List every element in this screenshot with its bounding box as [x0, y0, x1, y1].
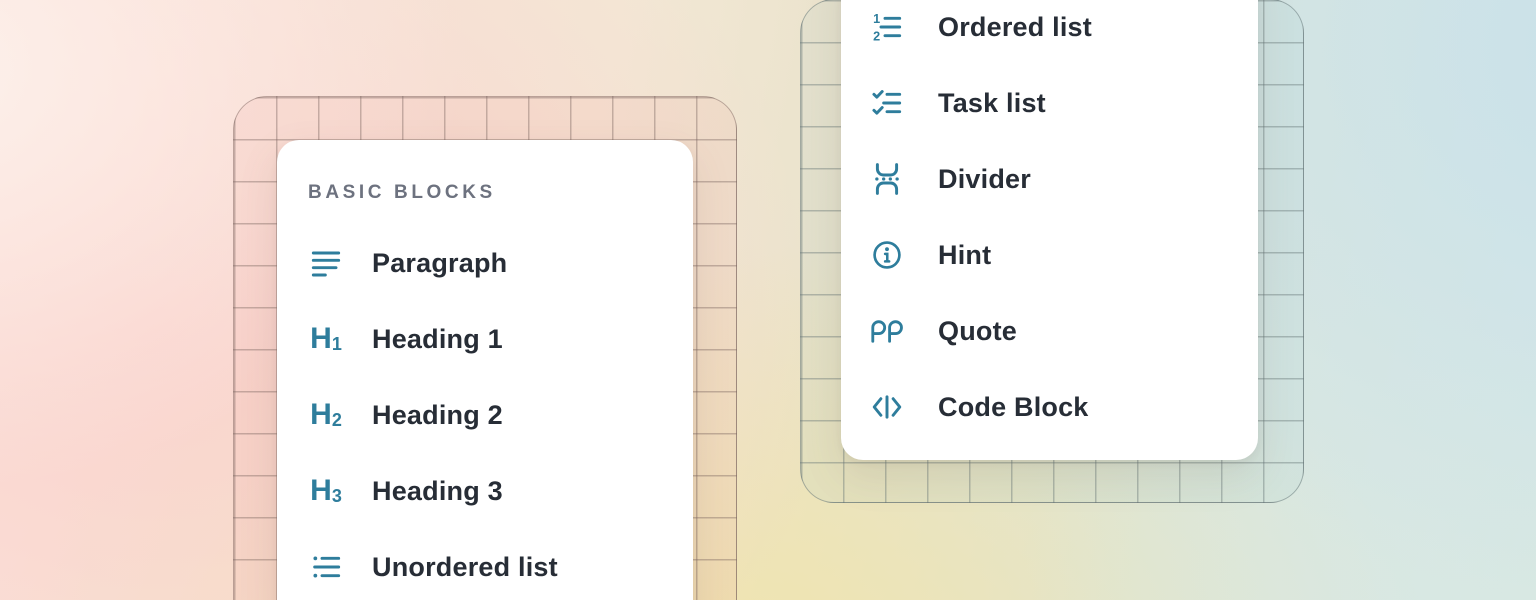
code-block-icon	[869, 389, 905, 425]
menu-item-label: Quote	[938, 316, 1017, 347]
menu-item-hint[interactable]: Hint	[869, 227, 1240, 283]
menu-item-label: Heading 2	[372, 400, 503, 431]
menu-item-task-list[interactable]: Task list	[869, 75, 1240, 131]
svg-text:1: 1	[873, 12, 880, 26]
hint-icon	[869, 237, 905, 273]
ordered-list-icon: 1 2	[869, 9, 905, 45]
menu-item-quote[interactable]: Quote	[869, 303, 1240, 359]
menu-item-label: Heading 1	[372, 324, 503, 355]
paragraph-icon	[308, 245, 344, 281]
unordered-list-icon	[308, 549, 344, 585]
scene: BASIC BLOCKS Paragraph H1 Heading 1 H2	[0, 0, 1536, 600]
menu-item-divider[interactable]: Divider	[869, 151, 1240, 207]
heading-2-icon: H2	[308, 397, 344, 433]
svg-text:2: 2	[873, 29, 880, 43]
menu-item-label: Code Block	[938, 392, 1089, 423]
basic-blocks-card: BASIC BLOCKS Paragraph H1 Heading 1 H2	[277, 140, 693, 600]
menu-item-label: Ordered list	[938, 12, 1092, 43]
menu-item-label: Divider	[938, 164, 1031, 195]
insert-blocks-card: 1 2 Ordered list Task list	[841, 0, 1258, 460]
menu-item-paragraph[interactable]: Paragraph	[308, 235, 675, 291]
menu-item-label: Paragraph	[372, 248, 507, 279]
heading-1-icon: H1	[308, 321, 344, 357]
menu-item-label: Heading 3	[372, 476, 503, 507]
task-list-icon	[869, 85, 905, 121]
menu-item-heading-1[interactable]: H1 Heading 1	[308, 311, 675, 367]
quote-icon	[869, 313, 905, 349]
heading-3-icon: H3	[308, 473, 344, 509]
menu-item-code-block[interactable]: Code Block	[869, 379, 1240, 435]
menu-item-label: Unordered list	[372, 552, 558, 583]
menu-item-heading-3[interactable]: H3 Heading 3	[308, 463, 675, 519]
menu-item-label: Hint	[938, 240, 991, 271]
section-label-basic-blocks: BASIC BLOCKS	[308, 179, 496, 207]
menu-item-heading-2[interactable]: H2 Heading 2	[308, 387, 675, 443]
divider-icon	[869, 161, 905, 197]
menu-item-unordered-list[interactable]: Unordered list	[308, 539, 675, 595]
menu-item-ordered-list[interactable]: 1 2 Ordered list	[869, 0, 1240, 55]
menu-item-label: Task list	[938, 88, 1046, 119]
